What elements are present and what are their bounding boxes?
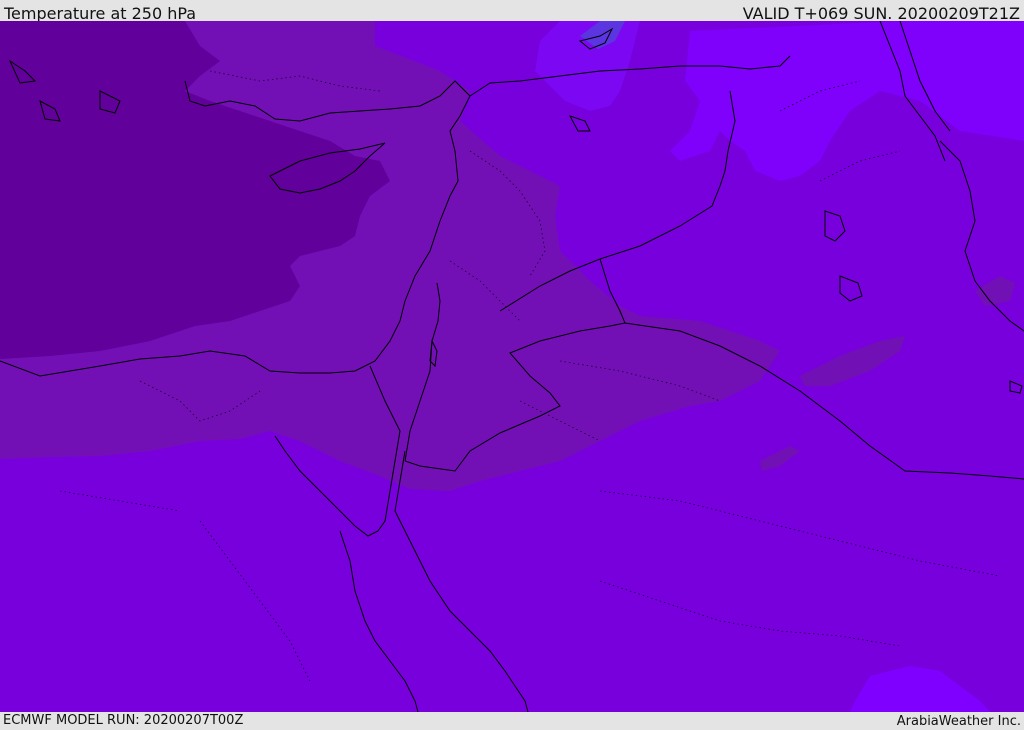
model-run-label: ECMWF MODEL RUN: 20200207T00Z <box>3 713 244 728</box>
title-bar: Temperature at 250 hPa VALID T+069 SUN. … <box>0 0 1024 23</box>
map-canvas[interactable] <box>0 21 1024 712</box>
brand-label: ArabiaWeather Inc. <box>896 714 1021 729</box>
footer-bar: ECMWF MODEL RUN: 20200207T00Z ArabiaWeat… <box>0 712 1024 729</box>
weather-map[interactable] <box>0 21 1024 712</box>
